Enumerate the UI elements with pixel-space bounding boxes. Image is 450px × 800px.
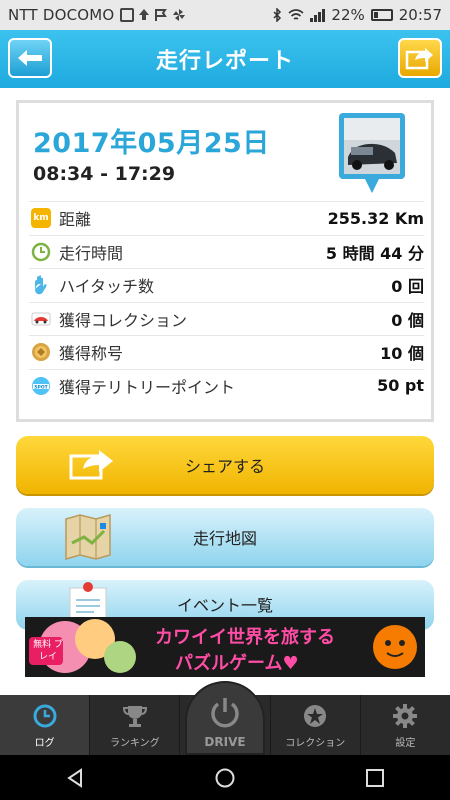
title-badge-icon xyxy=(31,342,51,362)
stat-row-distance: km 距離 255.32 Km xyxy=(29,201,424,235)
system-nav-bar xyxy=(0,755,450,800)
stat-value: 10 個 xyxy=(380,344,424,364)
stat-label: 走行時間 xyxy=(59,243,124,263)
pinwheel-icon xyxy=(173,9,186,21)
stat-value: 0 回 xyxy=(391,277,424,297)
tab-settings[interactable]: 設定 xyxy=(361,695,450,755)
power-icon xyxy=(207,695,243,731)
stat-row-titles: 獲得称号 10 個 xyxy=(29,335,424,369)
stat-label: ハイタッチ数 xyxy=(59,277,155,297)
tab-label: ログ xyxy=(34,738,55,749)
stat-row-collection: 獲得コレクション 0 個 xyxy=(29,301,424,336)
back-arrow-icon xyxy=(18,50,42,66)
share-icon xyxy=(405,48,433,70)
stat-label: 獲得コレクション xyxy=(59,310,188,330)
back-button[interactable] xyxy=(8,38,52,78)
nav-home-icon[interactable] xyxy=(214,767,236,789)
car-photo-pin[interactable] xyxy=(339,113,405,197)
trophy-icon xyxy=(121,702,149,730)
nav-recents-icon[interactable] xyxy=(364,767,386,789)
stat-value: 255.32 Km xyxy=(327,208,424,228)
share-button-label: シェアする xyxy=(184,457,265,476)
tab-drive[interactable]: DRIVE xyxy=(180,681,271,755)
car-icon xyxy=(31,309,51,329)
status-bar: NTT DOCOMO 22% 20:57 xyxy=(0,0,450,30)
tab-label: ランキング xyxy=(109,738,160,749)
stat-row-territory: SPOT 獲得テリトリーポイント 50 pt xyxy=(29,368,424,403)
tab-label: コレクション xyxy=(285,738,346,749)
notification-icons xyxy=(120,8,186,22)
report-time-range: 08:34 - 17:29 xyxy=(33,163,176,185)
clock-icon xyxy=(31,242,51,262)
event-list-button-label: イベント一覧 xyxy=(176,596,273,615)
stat-label: 獲得テリトリーポイント xyxy=(59,377,236,397)
bluetooth-icon xyxy=(273,8,282,22)
wifi-icon xyxy=(288,9,304,20)
ad-free-badge: 無料 プレイ xyxy=(33,640,63,662)
report-date: 2017年05月25日 xyxy=(33,128,270,159)
share-button[interactable]: シェアする xyxy=(16,436,434,494)
flag-icon xyxy=(155,9,168,21)
stat-row-drive-time: 走行時間 5 時間 44 分 xyxy=(29,234,424,269)
tab-log[interactable]: ログ xyxy=(0,695,91,755)
drive-map-button[interactable]: 走行地図 xyxy=(16,508,434,566)
upload-icon xyxy=(139,9,150,20)
stat-value: 0 個 xyxy=(391,310,424,330)
svg-text:SPOT: SPOT xyxy=(34,384,48,390)
signal-icon xyxy=(310,8,326,22)
drive-report-card: 2017年05月25日 08:34 - 17:29 km 距離 255.32 K… xyxy=(16,100,434,422)
battery-percent: 22% xyxy=(331,6,365,24)
tab-collection[interactable]: コレクション xyxy=(271,695,361,755)
ad-banner[interactable]: 無料 プレイ カワイイ世界を旅する パズルゲーム♥ xyxy=(25,617,425,677)
tab-label: DRIVE xyxy=(204,735,246,749)
ad-headline: カワイイ世界を旅する xyxy=(155,627,335,648)
tab-ranking[interactable]: ランキング xyxy=(90,695,181,755)
stat-label: 獲得称号 xyxy=(59,344,124,364)
stat-label: 距離 xyxy=(59,210,92,230)
app-header: 走行レポート xyxy=(0,30,450,88)
report-stats: km 距離 255.32 Km 走行時間 5 時間 44 分 ハイタッチ数 0 … xyxy=(29,201,424,402)
clock: 20:57 xyxy=(398,6,442,24)
spot-icon: SPOT xyxy=(31,376,51,396)
ad-subline: パズルゲーム♥ xyxy=(175,653,299,674)
tab-label: 設定 xyxy=(395,738,416,749)
clock-icon xyxy=(31,702,59,730)
stat-row-hightouch: ハイタッチ数 0 回 xyxy=(29,268,424,302)
km-icon: km xyxy=(31,208,51,229)
nav-back-icon[interactable] xyxy=(64,767,86,789)
carrier-name: NTT DOCOMO xyxy=(8,6,115,24)
hightouch-icon xyxy=(31,275,51,295)
battery-icon xyxy=(370,9,393,21)
drive-map-button-label: 走行地図 xyxy=(192,529,257,548)
stat-value: 50 pt xyxy=(377,376,424,396)
header-share-button[interactable] xyxy=(398,38,442,78)
page-title: 走行レポート xyxy=(155,49,294,74)
gear-icon xyxy=(391,702,419,730)
stat-value: 5 時間 44 分 xyxy=(325,243,424,263)
mail-icon xyxy=(120,8,135,22)
system-indicators: 22% 20:57 xyxy=(272,6,442,24)
star-icon xyxy=(301,702,329,730)
bottom-tab-bar: ログ ランキング DRIVE コレクション 設定 xyxy=(0,681,450,755)
